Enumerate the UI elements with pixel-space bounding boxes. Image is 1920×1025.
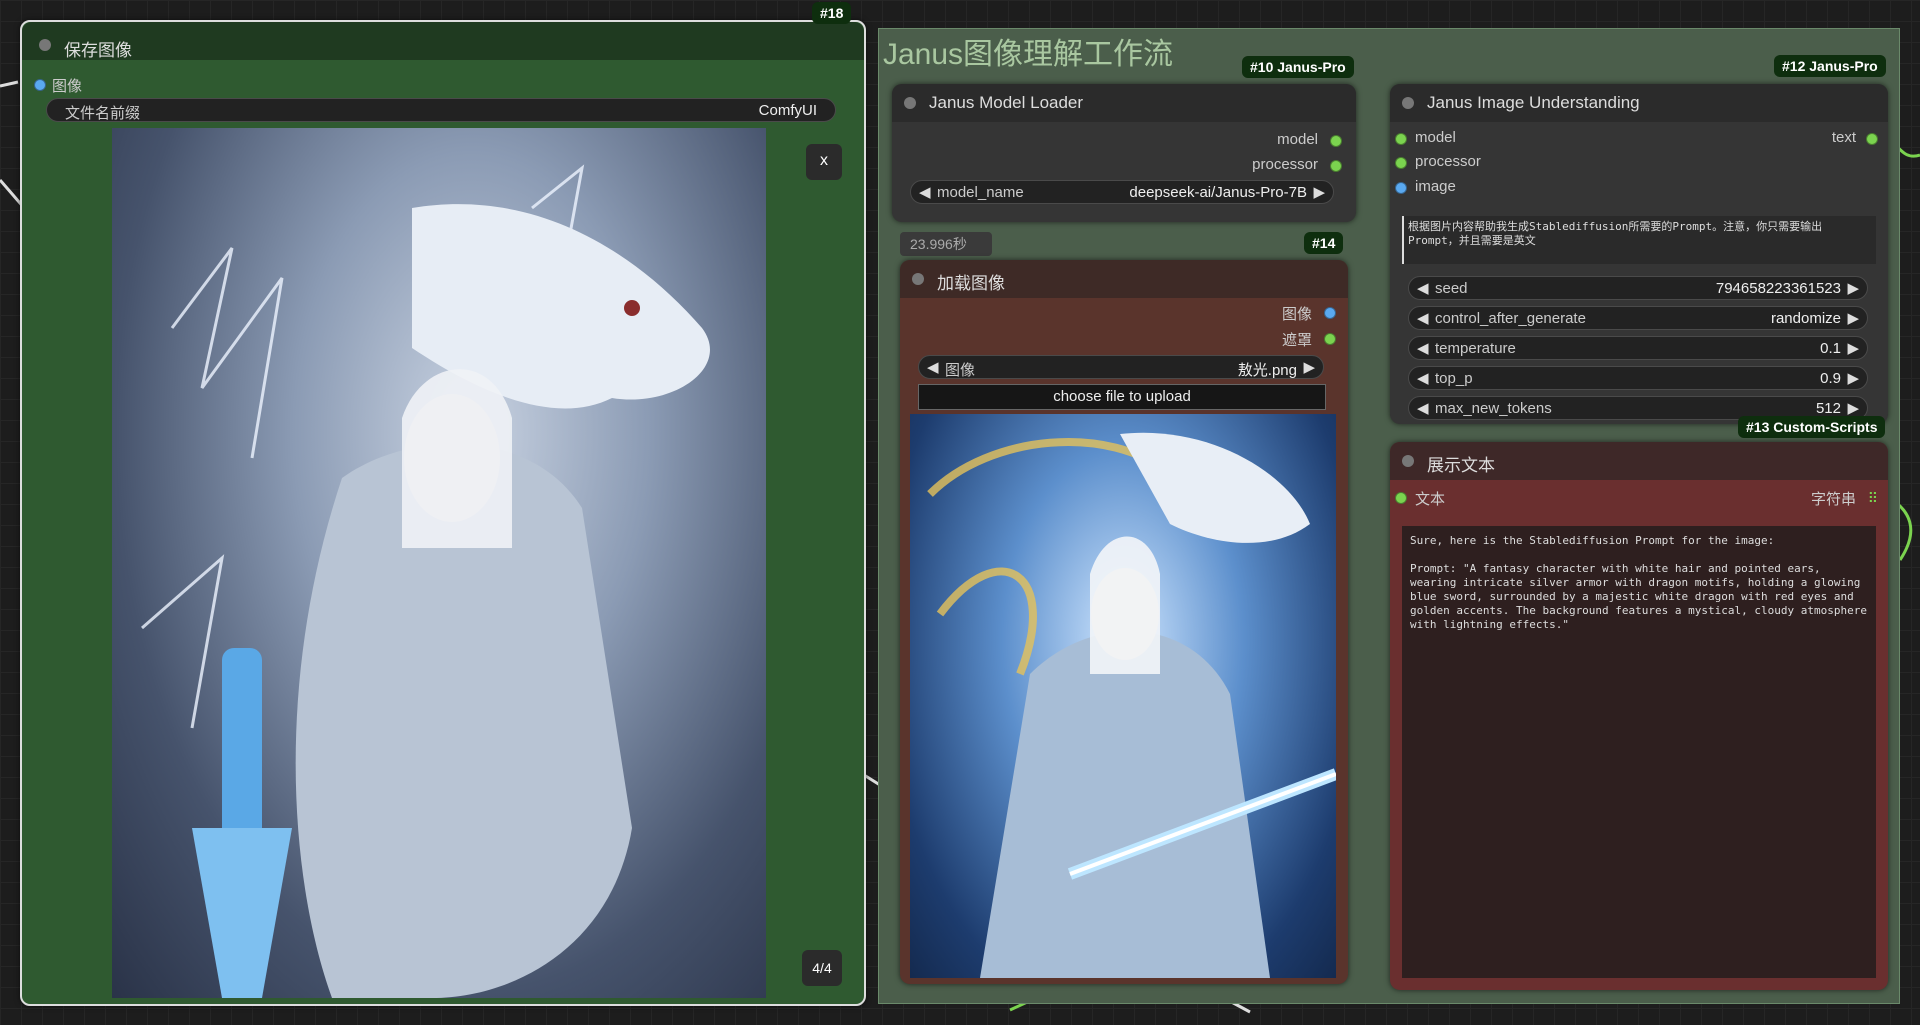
decrement-arrow-icon[interactable]: ◀ bbox=[1417, 309, 1429, 327]
image-file-select[interactable]: ◀ 图像 敖光.png ▶ bbox=[918, 355, 1324, 379]
seed-value: 794658223361523 bbox=[1715, 280, 1841, 297]
image-output-port[interactable] bbox=[1324, 307, 1336, 319]
control-after-generate-value: randomize bbox=[1770, 310, 1841, 327]
model-output-port[interactable] bbox=[1330, 135, 1342, 147]
model-name-value: deepseek-ai/Janus-Pro-7B bbox=[1129, 184, 1307, 201]
collapse-dot[interactable] bbox=[904, 97, 916, 109]
decrement-arrow-icon[interactable]: ◀ bbox=[927, 358, 939, 376]
seed-label: seed bbox=[1435, 280, 1468, 297]
increment-arrow-icon[interactable]: ▶ bbox=[1313, 183, 1325, 201]
collapse-dot[interactable] bbox=[1402, 455, 1414, 467]
decrement-arrow-icon[interactable]: ◀ bbox=[1417, 399, 1429, 417]
close-preview-button[interactable]: x bbox=[806, 144, 842, 180]
filename-prefix-value: ComfyUI bbox=[758, 102, 817, 119]
mask-output-label: 遮罩 bbox=[1281, 332, 1312, 349]
image-input-label: image bbox=[1415, 178, 1456, 195]
top-p-field[interactable]: ◀ top_p 0.9 ▶ bbox=[1408, 366, 1868, 390]
node-title: 加载图像 bbox=[937, 274, 1005, 293]
collapse-dot[interactable] bbox=[1402, 97, 1414, 109]
node-title: Janus Model Loader bbox=[929, 93, 1084, 112]
model-input-label: model bbox=[1415, 129, 1456, 146]
janus-image-understanding-node[interactable]: Janus Image Understanding model processo… bbox=[1390, 84, 1888, 424]
show-text-badge: #13 Custom-Scripts bbox=[1738, 416, 1886, 438]
image-input-port[interactable] bbox=[34, 79, 46, 91]
node-title: Janus Image Understanding bbox=[1427, 93, 1640, 112]
grid-icon[interactable]: ⠿ bbox=[1868, 490, 1878, 507]
load-image-badge: #14 bbox=[1304, 232, 1344, 254]
close-icon: x bbox=[820, 152, 828, 169]
increment-arrow-icon[interactable]: ▶ bbox=[1847, 399, 1859, 417]
processor-output-port[interactable] bbox=[1330, 160, 1342, 172]
question-textarea[interactable]: 根据图片内容帮助我生成Stablediffusion所需要的Prompt。注意，… bbox=[1402, 216, 1876, 264]
image-counter[interactable]: 4/4 bbox=[802, 950, 842, 986]
increment-arrow-icon[interactable]: ▶ bbox=[1847, 339, 1859, 357]
text-output-port[interactable] bbox=[1866, 133, 1878, 145]
saved-image-preview bbox=[112, 128, 766, 998]
execution-time: 23.996秒 bbox=[900, 232, 992, 256]
choose-file-button[interactable]: choose file to upload bbox=[918, 384, 1326, 410]
processor-output-label: processor bbox=[1252, 156, 1318, 173]
text-output-label: text bbox=[1831, 129, 1856, 146]
image-input-label: 图像 bbox=[52, 78, 83, 95]
text-input-port[interactable] bbox=[1395, 492, 1407, 504]
collapse-dot[interactable] bbox=[39, 39, 51, 51]
top-p-value: 0.9 bbox=[1820, 370, 1841, 387]
max-new-tokens-value: 512 bbox=[1815, 400, 1841, 417]
model-name-select[interactable]: ◀ model_name deepseek-ai/Janus-Pro-7B ▶ bbox=[910, 180, 1334, 204]
mask-output-port[interactable] bbox=[1324, 333, 1336, 345]
decrement-arrow-icon[interactable]: ◀ bbox=[1417, 279, 1429, 297]
execution-time-text: 23.996秒 bbox=[910, 236, 967, 252]
top-p-label: top_p bbox=[1435, 370, 1473, 387]
node-title: 保存图像 bbox=[64, 41, 132, 60]
dragon-warrior-artwork bbox=[141, 164, 710, 998]
string-output-label: 字符串 bbox=[1810, 491, 1856, 508]
filename-prefix-label: 文件名前缀 bbox=[65, 105, 141, 122]
filename-prefix-field[interactable]: 文件名前缀 ComfyUI bbox=[46, 98, 836, 122]
increment-arrow-icon[interactable]: ▶ bbox=[1847, 309, 1859, 327]
image-counter-text: 4/4 bbox=[812, 960, 832, 976]
loaded-image-preview bbox=[910, 414, 1336, 978]
decrement-arrow-icon[interactable]: ◀ bbox=[1417, 339, 1429, 357]
image-file-label: 图像 bbox=[945, 362, 976, 379]
model-input-port[interactable] bbox=[1395, 133, 1407, 145]
max-new-tokens-label: max_new_tokens bbox=[1435, 400, 1552, 417]
decrement-arrow-icon[interactable]: ◀ bbox=[1417, 369, 1429, 387]
increment-arrow-icon[interactable]: ▶ bbox=[1847, 369, 1859, 387]
output-text-area[interactable]: Sure, here is the Stablediffusion Prompt… bbox=[1402, 526, 1876, 978]
node-title: 展示文本 bbox=[1427, 456, 1495, 475]
processor-input-label: processor bbox=[1415, 153, 1481, 170]
group-title: Janus图像理解工作流 bbox=[883, 38, 1174, 71]
image-output-label: 图像 bbox=[1281, 306, 1312, 323]
image-file-value: 敖光.png bbox=[1237, 362, 1297, 379]
collapse-dot[interactable] bbox=[912, 273, 924, 285]
increment-arrow-icon[interactable]: ▶ bbox=[1303, 358, 1315, 376]
understanding-node-badge: #12 Janus-Pro bbox=[1774, 55, 1886, 77]
seed-field[interactable]: ◀ seed 794658223361523 ▶ bbox=[1408, 276, 1868, 300]
loaded-artwork bbox=[927, 432, 1336, 978]
show-text-node[interactable]: 展示文本 文本 字符串 ⠿ Sure, here is the Stabledi… bbox=[1390, 442, 1888, 990]
control-after-generate-field[interactable]: ◀ control_after_generate randomize ▶ bbox=[1408, 306, 1868, 330]
loader-node-badge: #10 Janus-Pro bbox=[1242, 56, 1354, 78]
processor-input-port[interactable] bbox=[1395, 157, 1407, 169]
image-input-port[interactable] bbox=[1395, 182, 1407, 194]
temperature-value: 0.1 bbox=[1820, 340, 1841, 357]
control-after-generate-label: control_after_generate bbox=[1435, 310, 1586, 327]
save-image-node-header[interactable] bbox=[22, 22, 864, 60]
load-image-node[interactable]: 加载图像 图像 遮罩 ◀ 图像 敖光.png ▶ choose file to … bbox=[900, 260, 1348, 984]
increment-arrow-icon[interactable]: ▶ bbox=[1847, 279, 1859, 297]
temperature-label: temperature bbox=[1435, 340, 1516, 357]
text-input-label: 文本 bbox=[1415, 491, 1446, 508]
model-name-label: model_name bbox=[937, 184, 1024, 201]
model-output-label: model bbox=[1277, 131, 1318, 148]
janus-model-loader-node[interactable]: Janus Model Loader model processor ◀ mod… bbox=[892, 84, 1356, 222]
save-image-node[interactable]: 保存图像 图像 文件名前缀 ComfyUI x 4/4 bbox=[20, 20, 866, 1006]
temperature-field[interactable]: ◀ temperature 0.1 ▶ bbox=[1408, 336, 1868, 360]
decrement-arrow-icon[interactable]: ◀ bbox=[919, 183, 931, 201]
save-node-badge: #18 bbox=[812, 2, 852, 24]
